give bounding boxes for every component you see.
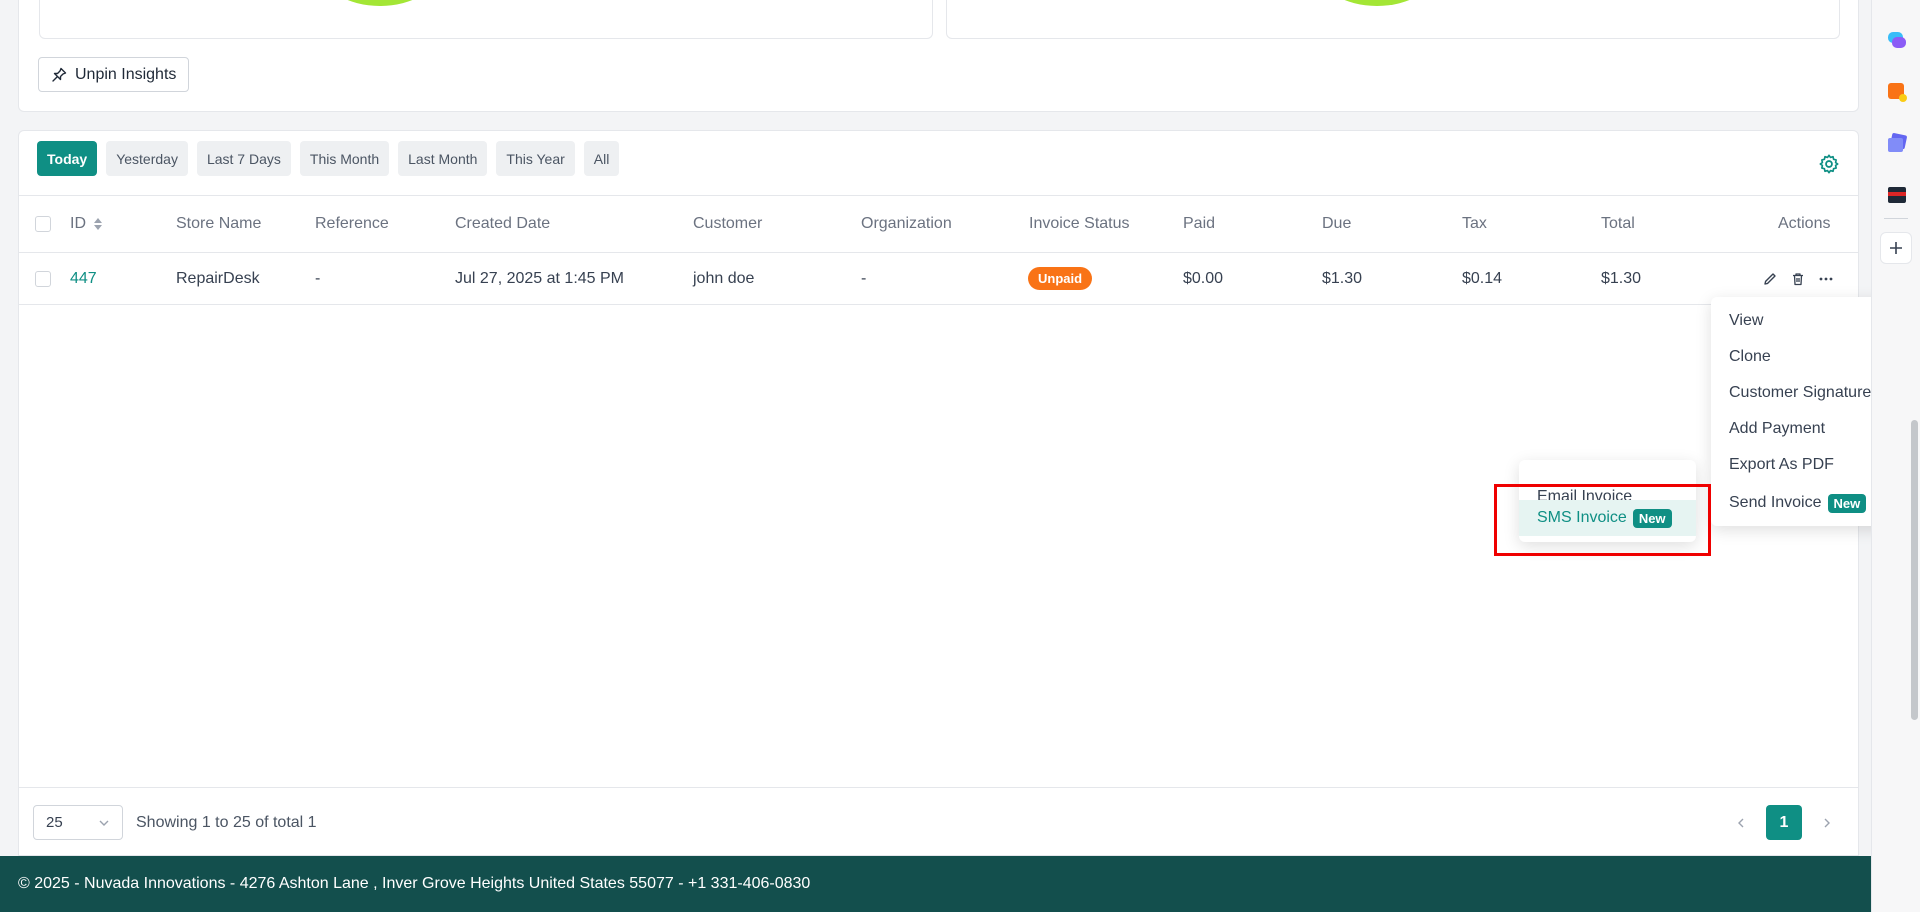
filter-all[interactable]: All xyxy=(583,141,620,176)
table-pagination-bar: 25 Showing 1 to 25 of total 1 1 xyxy=(19,787,1858,857)
new-badge: New xyxy=(1827,493,1867,513)
delete-trash-icon[interactable] xyxy=(1790,271,1806,287)
email-invoice-label: Email Invoice xyxy=(1537,488,1633,500)
filter-last-7-days[interactable]: Last 7 Days xyxy=(196,141,291,176)
row-created-date: Jul 27, 2025 at 1:45 PM xyxy=(455,269,624,287)
pie-chart xyxy=(320,0,440,6)
header-customer: Customer xyxy=(693,215,763,232)
row-store-name: RepairDesk xyxy=(176,269,260,287)
pager: 1 xyxy=(1730,805,1838,840)
filter-yesterday[interactable]: Yesterday xyxy=(106,141,188,176)
table-header: ID Store Name Reference Created Date Cus… xyxy=(19,195,1858,253)
next-page-button[interactable] xyxy=(1816,805,1838,840)
pie-chart xyxy=(1317,0,1437,6)
filter-today[interactable]: Today xyxy=(37,141,98,176)
unpin-insights-label: Unpin Insights xyxy=(75,65,177,83)
row-checkbox[interactable] xyxy=(35,270,51,287)
chevron-right-icon xyxy=(1824,818,1830,827)
sort-icon[interactable] xyxy=(94,218,102,230)
showing-count-text: Showing 1 to 25 of total 1 xyxy=(136,814,317,831)
main-area: Unpin Insights Today Yesterday Last 7 Da… xyxy=(0,0,1905,912)
page-footer: © 2025 - Nuvada Innovations - 4276 Ashto… xyxy=(0,856,1871,912)
page-size-select[interactable]: 25 xyxy=(33,805,123,840)
sms-invoice-label: SMS Invoice xyxy=(1537,509,1627,526)
chat-icon[interactable] xyxy=(1885,28,1909,52)
pin-icon xyxy=(52,67,67,82)
row-customer: john doe xyxy=(693,269,755,287)
prev-page-button[interactable] xyxy=(1730,805,1752,840)
header-total: Total xyxy=(1601,215,1635,232)
header-reference: Reference xyxy=(315,215,389,232)
header-organization: Organization xyxy=(861,215,952,232)
chevron-left-icon xyxy=(1738,818,1744,827)
row-reference: - xyxy=(315,269,321,287)
header-actions: Actions xyxy=(1778,215,1831,232)
row-status-cell: Unpaid xyxy=(1028,253,1093,304)
wallet-icon[interactable] xyxy=(1885,183,1909,207)
notes-icon[interactable] xyxy=(1885,80,1909,104)
row-tax: $0.14 xyxy=(1462,269,1503,287)
table-row: 447 RepairDesk - Jul 27, 2025 at 1:45 PM… xyxy=(19,253,1858,305)
plus-icon xyxy=(1890,242,1902,254)
header-tax: Tax xyxy=(1462,215,1487,232)
menu-item-sms-invoice[interactable]: SMS Invoice New xyxy=(1519,500,1696,536)
row-total: $1.30 xyxy=(1601,269,1642,287)
menu-item-email-invoice[interactable]: Email Invoice xyxy=(1519,460,1696,500)
header-due: Due xyxy=(1322,215,1352,232)
header-id-label: ID xyxy=(70,215,86,232)
send-invoice-submenu: Email Invoice SMS Invoice New xyxy=(1519,460,1696,542)
rail-divider xyxy=(1884,218,1908,219)
date-filters: Today Yesterday Last 7 Days This Month L… xyxy=(37,141,620,176)
unpin-insights-button[interactable]: Unpin Insights xyxy=(38,57,190,92)
filter-last-month[interactable]: Last Month xyxy=(398,141,488,176)
send-invoice-label: Send Invoice xyxy=(1729,494,1822,511)
add-app-button[interactable] xyxy=(1880,232,1912,264)
footer-copyright-text: © 2025 - Nuvada Innovations - 4276 Ashto… xyxy=(18,875,811,892)
row-id-cell: 447 xyxy=(70,253,97,304)
header-invoice-status: Invoice Status xyxy=(1029,215,1130,232)
header-created-date: Created Date xyxy=(455,215,551,232)
edit-pencil-icon[interactable] xyxy=(1762,271,1778,287)
row-organization: - xyxy=(861,269,867,287)
cards-icon[interactable] xyxy=(1885,131,1909,155)
row-select-cell xyxy=(35,253,51,304)
invoice-id-link[interactable]: 447 xyxy=(70,270,97,288)
status-badge: Unpaid xyxy=(1028,267,1093,290)
insight-chart-left xyxy=(39,0,933,39)
select-all-cell xyxy=(35,196,51,252)
row-paid: $0.00 xyxy=(1183,269,1224,287)
new-badge: New xyxy=(1632,508,1672,528)
chevron-down-icon xyxy=(99,820,109,826)
filter-this-year[interactable]: This Year xyxy=(496,141,575,176)
select-all-checkbox[interactable] xyxy=(35,216,51,232)
insight-chart-right xyxy=(946,0,1840,39)
more-options-icon[interactable] xyxy=(1818,271,1834,287)
header-paid: Paid xyxy=(1183,215,1216,232)
header-store-name: Store Name xyxy=(176,215,262,232)
settings-gear-icon[interactable] xyxy=(1818,153,1840,175)
insights-card: Unpin Insights xyxy=(18,0,1859,112)
header-id[interactable]: ID xyxy=(70,196,102,252)
page-button-current[interactable]: 1 xyxy=(1766,805,1802,840)
row-due: $1.30 xyxy=(1322,269,1363,287)
scrollbar-thumb[interactable] xyxy=(1911,420,1918,720)
page-size-value: 25 xyxy=(46,814,63,831)
filter-this-month[interactable]: This Month xyxy=(299,141,390,176)
